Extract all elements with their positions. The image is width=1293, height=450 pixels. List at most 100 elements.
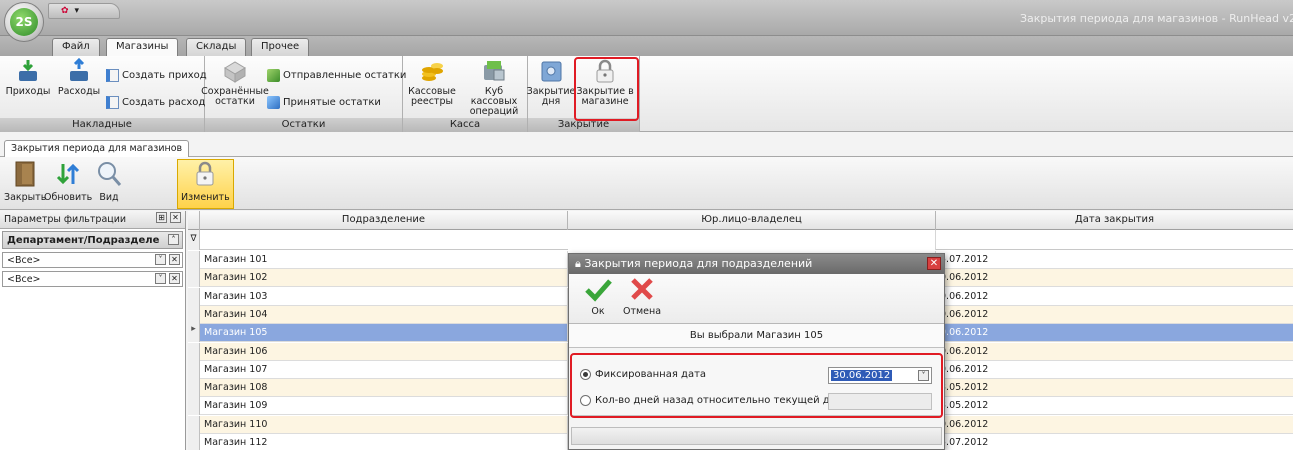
ok-button[interactable]: Ок: [583, 276, 613, 317]
filter-group-label: Департамент/Подразделе: [7, 235, 160, 246]
edit-label: Изменить: [181, 192, 230, 203]
tab-stores[interactable]: Магазины: [106, 38, 179, 57]
column-header-store[interactable]: Подразделение: [200, 211, 568, 230]
cell-close-date[interactable]: 3.05.2012: [936, 397, 1293, 415]
cell-close-date[interactable]: 0.06.2012: [936, 288, 1293, 306]
app-menu-button[interactable]: 2S: [4, 2, 44, 42]
outgoing-icon: [66, 58, 92, 84]
tab-file[interactable]: Файл: [52, 38, 100, 56]
cell-close-date[interactable]: 3.05.2012: [936, 379, 1293, 397]
create-expense-button[interactable]: Создать расход: [106, 96, 205, 109]
cell-store[interactable]: Магазин 105: [200, 324, 568, 343]
cell-store[interactable]: Магазин 110: [200, 415, 568, 434]
dialog-close-button[interactable]: ✕: [927, 257, 941, 270]
title-bar: 2S ✿ ▾ Закрытия периода для магазинов - …: [0, 0, 1293, 42]
outgoing-button[interactable]: Расходы: [57, 58, 101, 97]
quick-access-toolbar[interactable]: ✿ ▾: [48, 3, 120, 19]
grid-filter-row[interactable]: ∇: [188, 230, 1293, 250]
tab-warehouses[interactable]: Склады: [186, 38, 247, 56]
ribbon-group-invoices: Приходы Расходы Создать приход Создать р…: [0, 56, 207, 132]
column-header-close-date[interactable]: Дата закрытия: [936, 211, 1293, 230]
cell-store[interactable]: Магазин 107: [200, 360, 568, 379]
pin-icon[interactable]: ⊞: [156, 212, 167, 223]
outgoing-label: Расходы: [57, 86, 101, 97]
close-button[interactable]: Закрыть: [4, 160, 46, 203]
owner-filter-cell[interactable]: [568, 230, 936, 250]
checkmark-icon: [583, 276, 613, 302]
clear-icon[interactable]: ✕: [169, 254, 180, 265]
clear-icon[interactable]: ✕: [169, 273, 180, 284]
row-indicator[interactable]: [188, 287, 200, 306]
cell-close-date[interactable]: 0.06.2012: [936, 269, 1293, 287]
received-balances-button[interactable]: Принятые остатки: [267, 96, 381, 109]
saved-balances-icon: [222, 58, 248, 84]
cell-store[interactable]: Магазин 106: [200, 342, 568, 361]
store-closing-highlight: [574, 57, 639, 121]
chevron-down-icon[interactable]: ˅: [155, 273, 166, 284]
quick-access-icon[interactable]: ✿: [61, 6, 69, 16]
ribbon-group-label: Накладные: [0, 118, 204, 132]
edit-button[interactable]: Изменить: [177, 159, 234, 209]
cell-close-date[interactable]: 0.06.2012: [936, 416, 1293, 434]
row-pointer-icon[interactable]: ▸: [188, 324, 200, 343]
cell-store[interactable]: Магазин 108: [200, 379, 568, 398]
ribbon-group-label: Касса: [403, 118, 527, 132]
view-button[interactable]: Вид: [94, 160, 124, 203]
cell-store[interactable]: Магазин 102: [200, 269, 568, 288]
cell-close-date[interactable]: 5.07.2012: [936, 434, 1293, 450]
view-label: Вид: [99, 192, 119, 203]
door-icon: [10, 160, 40, 188]
cell-close-date[interactable]: 0.06.2012: [936, 306, 1293, 324]
tab-other[interactable]: Прочее: [251, 38, 310, 56]
filter-department-select[interactable]: <Все> ˅ ✕: [2, 252, 183, 268]
filter-value: <Все>: [7, 274, 41, 285]
cash-registers-button[interactable]: Кассовые реестры: [405, 58, 459, 107]
row-indicator[interactable]: [188, 251, 200, 269]
ribbon-group-cash: Кассовые реестры Куб кассовых операций К…: [403, 56, 528, 132]
cell-close-date[interactable]: 5.07.2012: [936, 251, 1293, 269]
filter-group-department[interactable]: Департамент/Подразделе ˄: [2, 231, 183, 249]
create-income-button[interactable]: Создать приход: [106, 69, 207, 82]
row-indicator[interactable]: [188, 360, 200, 379]
chevron-down-icon[interactable]: ˅: [155, 254, 166, 265]
create-expense-label: Создать расход: [122, 97, 206, 108]
column-header-owner[interactable]: Юр.лицо-владелец: [568, 211, 936, 230]
cell-close-date[interactable]: 0.06.2012: [936, 361, 1293, 379]
selection-message: Вы выбрали Магазин 105: [569, 324, 944, 348]
document-add-icon: [106, 96, 119, 109]
cell-store[interactable]: Магазин 112: [200, 434, 568, 450]
cash-registers-label-2: реестры: [410, 96, 453, 107]
saved-balances-button[interactable]: Сохранённые остатки: [201, 58, 269, 107]
cell-close-date[interactable]: 0.06.2012: [936, 343, 1293, 361]
row-indicator[interactable]: [188, 342, 200, 361]
incoming-icon: [15, 58, 41, 84]
cell-store[interactable]: Магазин 104: [200, 305, 568, 324]
chevron-up-icon[interactable]: ˄: [168, 234, 179, 245]
filter-panel: Параметры фильтрации ⊞ ✕ Департамент/Под…: [0, 211, 186, 450]
row-indicator[interactable]: [188, 434, 200, 450]
lock-icon: [190, 160, 220, 188]
row-indicator[interactable]: [188, 397, 200, 416]
cell-store[interactable]: Магазин 101: [200, 251, 568, 269]
row-indicator[interactable]: [188, 379, 200, 398]
incoming-button[interactable]: Приходы: [6, 58, 50, 97]
close-icon[interactable]: ✕: [170, 212, 181, 223]
row-indicator[interactable]: [188, 305, 200, 324]
day-closing-label-2: дня: [541, 96, 561, 107]
cancel-button[interactable]: Отмена: [623, 276, 661, 317]
row-indicator[interactable]: [188, 269, 200, 288]
filter-subdivision-select[interactable]: <Все> ˅ ✕: [2, 271, 183, 287]
quick-access-dropdown-icon[interactable]: ▾: [75, 6, 80, 16]
refresh-button[interactable]: Обновить: [44, 160, 92, 203]
day-closing-button[interactable]: Закрытие дня: [527, 58, 575, 107]
row-indicator[interactable]: [188, 415, 200, 434]
dialog-title: Закрытия периода для подразделений: [584, 257, 813, 270]
document-add-icon: [106, 69, 119, 82]
cell-store[interactable]: Магазин 109: [200, 397, 568, 416]
cell-store[interactable]: Магазин 103: [200, 287, 568, 306]
cash-cube-button[interactable]: Куб кассовых операций: [463, 58, 525, 117]
magnifier-icon: [94, 160, 124, 188]
document-tab-store-closing[interactable]: Закрытия периода для магазинов: [4, 140, 190, 157]
cell-close-date[interactable]: 0.06.2012: [936, 324, 1293, 342]
sent-balances-button[interactable]: Отправленные остатки: [267, 69, 406, 82]
